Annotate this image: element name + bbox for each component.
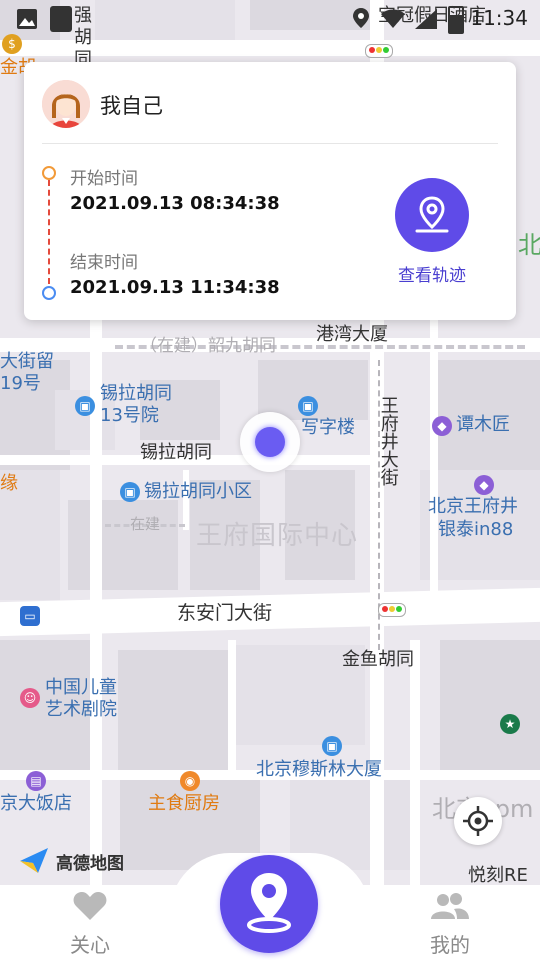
people-icon [431, 893, 469, 919]
map-label: 主食厨房 [148, 793, 220, 814]
wifi-icon [381, 9, 405, 28]
map-label: 13号院 [100, 405, 159, 426]
map-label: 金鱼胡同 [342, 649, 414, 670]
divider [42, 143, 498, 144]
map-label: 在建 [130, 515, 161, 533]
location-pin-icon [247, 873, 291, 933]
crosshair-icon [463, 806, 493, 836]
map-block [68, 500, 178, 590]
timeline-connector [48, 180, 50, 284]
traffic-light-icon [365, 44, 393, 58]
locate-me-button[interactable] [454, 797, 502, 845]
nav-item-care[interactable]: 关心 [30, 885, 150, 960]
location-center-button[interactable] [220, 855, 318, 953]
map-label: 大街留 [0, 351, 54, 372]
map-label: 王府井大街 [377, 396, 399, 486]
end-time-label: 结束时间 [70, 253, 138, 273]
view-track-button[interactable] [395, 178, 469, 252]
map-label: 北 [518, 231, 540, 259]
bus-stop-icon: ▭ [20, 606, 40, 626]
track-info-card: 我自己 开始时间 2021.09.13 08:34:38 结束时间 2021.0… [24, 62, 516, 320]
map-label: 锡拉胡同 [100, 383, 172, 404]
current-location-marker [240, 412, 300, 472]
map-label: 悦刻RE [468, 865, 528, 885]
map-block [440, 640, 540, 770]
traffic-light-icon [378, 603, 406, 617]
start-time-value: 2021.09.13 08:34:38 [70, 193, 280, 214]
hotel-poi-icon: ▤ [26, 771, 46, 791]
map-label: 谭木匠 [456, 414, 510, 435]
map-label: 银泰in88 [438, 519, 514, 540]
location-pin-icon [415, 196, 449, 233]
map-label: 中国儿童 [45, 677, 117, 698]
building-poi-icon: ▣ [322, 736, 342, 756]
status-time: 11:34 [470, 6, 528, 30]
map-block [118, 650, 228, 770]
start-point-icon [42, 166, 56, 180]
building-poi-icon: ▣ [120, 482, 140, 502]
map-label: 写字楼 [301, 417, 355, 438]
coffee-poi-icon: ★ [500, 714, 520, 734]
user-name: 我自己 [100, 94, 163, 118]
road [228, 640, 236, 780]
theater-poi-icon: ☺ [20, 688, 40, 708]
map-label: 艺术剧院 [45, 699, 117, 720]
map-label: 锡拉胡同 [140, 442, 212, 463]
gallery-icon [17, 9, 37, 29]
end-point-icon [42, 286, 56, 300]
sim-icon [50, 6, 72, 32]
map-label: （在建）韶九胡同 [140, 336, 276, 356]
view-track-label[interactable]: 查看轨迹 [382, 261, 482, 286]
heart-icon [73, 892, 107, 920]
signal-icon [415, 9, 437, 29]
road [410, 640, 420, 885]
nav-label-care: 关心 [70, 933, 110, 957]
nav-item-mine[interactable]: 我的 [390, 885, 510, 960]
amap-logo-text: 高德地图 [56, 854, 124, 874]
shop-poi-icon: ◆ [474, 475, 494, 495]
restaurant-poi-icon: ◉ [180, 771, 200, 791]
bank-poi-icon: $ [2, 34, 22, 54]
map-label: 锡拉胡同小区 [144, 481, 252, 502]
location-status-icon [353, 8, 369, 28]
map-label: 北京穆斯林大厦 [256, 759, 382, 780]
map-label: 京大饭店 [0, 793, 72, 814]
avatar[interactable] [42, 80, 90, 128]
start-time-label: 开始时间 [70, 169, 138, 189]
amap-logo-icon [20, 848, 48, 873]
map-label: 港湾大厦 [316, 324, 388, 345]
road [430, 320, 438, 595]
battery-icon [448, 6, 464, 34]
nav-label-mine: 我的 [430, 933, 470, 957]
map-label: 缘 [0, 473, 18, 494]
map-label: 东安门大街 [177, 602, 273, 624]
end-time-value: 2021.09.13 11:34:38 [70, 277, 280, 298]
building-poi-icon: ▣ [75, 396, 95, 416]
status-bar: 11:34 [0, 0, 540, 36]
location-dot-icon [255, 427, 285, 457]
map-label: 王府国际中心 [196, 521, 359, 551]
avatar-woman-icon [42, 80, 90, 128]
map-label: 北京王府井 [428, 496, 518, 517]
building-poi-icon: ▣ [298, 396, 318, 416]
shop-poi-icon: ◆ [432, 416, 452, 436]
map-label: 19号 [0, 373, 41, 394]
